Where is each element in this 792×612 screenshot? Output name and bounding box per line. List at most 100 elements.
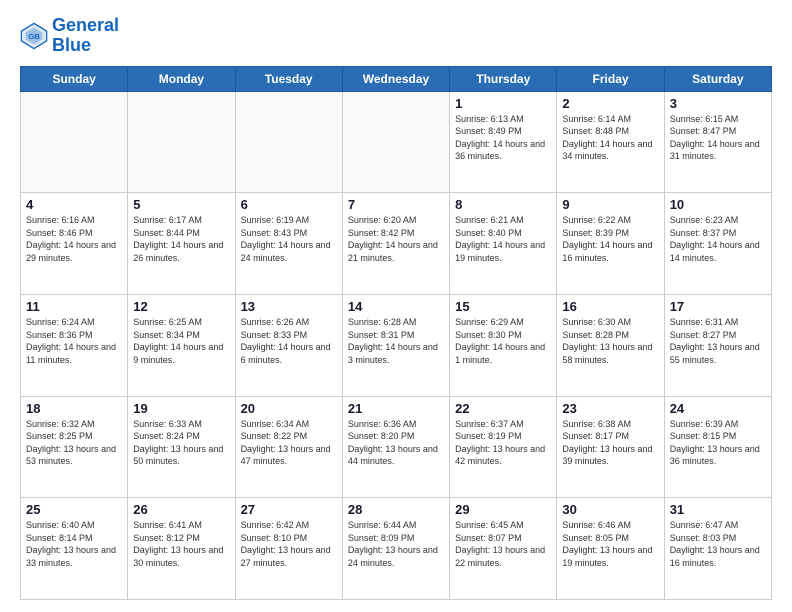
calendar-cell: 24 Sunrise: 6:39 AM Sunset: 8:15 PM Dayl…: [664, 396, 771, 498]
day-number: 10: [670, 197, 766, 212]
day-info: Sunrise: 6:41 AM Sunset: 8:12 PM Dayligh…: [133, 519, 229, 569]
day-number: 30: [562, 502, 658, 517]
day-number: 18: [26, 401, 122, 416]
calendar-cell: 1 Sunrise: 6:13 AM Sunset: 8:49 PM Dayli…: [450, 91, 557, 193]
day-number: 13: [241, 299, 337, 314]
day-info: Sunrise: 6:45 AM Sunset: 8:07 PM Dayligh…: [455, 519, 551, 569]
calendar-cell: 7 Sunrise: 6:20 AM Sunset: 8:42 PM Dayli…: [342, 193, 449, 295]
day-info: Sunrise: 6:25 AM Sunset: 8:34 PM Dayligh…: [133, 316, 229, 366]
day-header-saturday: Saturday: [664, 66, 771, 91]
day-info: Sunrise: 6:13 AM Sunset: 8:49 PM Dayligh…: [455, 113, 551, 163]
day-number: 25: [26, 502, 122, 517]
calendar-table: SundayMondayTuesdayWednesdayThursdayFrid…: [20, 66, 772, 600]
calendar-cell: 9 Sunrise: 6:22 AM Sunset: 8:39 PM Dayli…: [557, 193, 664, 295]
calendar-week-2: 4 Sunrise: 6:16 AM Sunset: 8:46 PM Dayli…: [21, 193, 772, 295]
day-number: 29: [455, 502, 551, 517]
day-info: Sunrise: 6:20 AM Sunset: 8:42 PM Dayligh…: [348, 214, 444, 264]
day-info: Sunrise: 6:16 AM Sunset: 8:46 PM Dayligh…: [26, 214, 122, 264]
day-number: 6: [241, 197, 337, 212]
calendar-cell: [128, 91, 235, 193]
day-number: 11: [26, 299, 122, 314]
day-number: 9: [562, 197, 658, 212]
day-header-thursday: Thursday: [450, 66, 557, 91]
calendar-week-1: 1 Sunrise: 6:13 AM Sunset: 8:49 PM Dayli…: [21, 91, 772, 193]
day-header-sunday: Sunday: [21, 66, 128, 91]
calendar-week-5: 25 Sunrise: 6:40 AM Sunset: 8:14 PM Dayl…: [21, 498, 772, 600]
day-info: Sunrise: 6:47 AM Sunset: 8:03 PM Dayligh…: [670, 519, 766, 569]
day-info: Sunrise: 6:31 AM Sunset: 8:27 PM Dayligh…: [670, 316, 766, 366]
day-number: 7: [348, 197, 444, 212]
calendar-cell: 25 Sunrise: 6:40 AM Sunset: 8:14 PM Dayl…: [21, 498, 128, 600]
calendar-cell: 23 Sunrise: 6:38 AM Sunset: 8:17 PM Dayl…: [557, 396, 664, 498]
calendar-cell: [235, 91, 342, 193]
calendar-cell: 13 Sunrise: 6:26 AM Sunset: 8:33 PM Dayl…: [235, 294, 342, 396]
calendar-cell: 14 Sunrise: 6:28 AM Sunset: 8:31 PM Dayl…: [342, 294, 449, 396]
calendar-week-4: 18 Sunrise: 6:32 AM Sunset: 8:25 PM Dayl…: [21, 396, 772, 498]
day-number: 20: [241, 401, 337, 416]
day-info: Sunrise: 6:22 AM Sunset: 8:39 PM Dayligh…: [562, 214, 658, 264]
day-number: 23: [562, 401, 658, 416]
calendar-cell: 21 Sunrise: 6:36 AM Sunset: 8:20 PM Dayl…: [342, 396, 449, 498]
day-number: 16: [562, 299, 658, 314]
logo: GB GeneralBlue: [20, 16, 119, 56]
day-header-friday: Friday: [557, 66, 664, 91]
logo-name: GeneralBlue: [52, 16, 119, 56]
day-info: Sunrise: 6:38 AM Sunset: 8:17 PM Dayligh…: [562, 418, 658, 468]
logo-icon: GB: [20, 22, 48, 50]
day-info: Sunrise: 6:36 AM Sunset: 8:20 PM Dayligh…: [348, 418, 444, 468]
day-number: 14: [348, 299, 444, 314]
header: GB GeneralBlue: [20, 16, 772, 56]
calendar-cell: 12 Sunrise: 6:25 AM Sunset: 8:34 PM Dayl…: [128, 294, 235, 396]
calendar-cell: 26 Sunrise: 6:41 AM Sunset: 8:12 PM Dayl…: [128, 498, 235, 600]
day-header-tuesday: Tuesday: [235, 66, 342, 91]
calendar-cell: 16 Sunrise: 6:30 AM Sunset: 8:28 PM Dayl…: [557, 294, 664, 396]
calendar-cell: 28 Sunrise: 6:44 AM Sunset: 8:09 PM Dayl…: [342, 498, 449, 600]
calendar-cell: 15 Sunrise: 6:29 AM Sunset: 8:30 PM Dayl…: [450, 294, 557, 396]
calendar-cell: 30 Sunrise: 6:46 AM Sunset: 8:05 PM Dayl…: [557, 498, 664, 600]
calendar-cell: [21, 91, 128, 193]
calendar-cell: 19 Sunrise: 6:33 AM Sunset: 8:24 PM Dayl…: [128, 396, 235, 498]
day-info: Sunrise: 6:37 AM Sunset: 8:19 PM Dayligh…: [455, 418, 551, 468]
day-info: Sunrise: 6:17 AM Sunset: 8:44 PM Dayligh…: [133, 214, 229, 264]
svg-text:GB: GB: [28, 32, 40, 41]
day-info: Sunrise: 6:44 AM Sunset: 8:09 PM Dayligh…: [348, 519, 444, 569]
calendar-week-3: 11 Sunrise: 6:24 AM Sunset: 8:36 PM Dayl…: [21, 294, 772, 396]
day-number: 21: [348, 401, 444, 416]
day-info: Sunrise: 6:23 AM Sunset: 8:37 PM Dayligh…: [670, 214, 766, 264]
calendar-cell: 8 Sunrise: 6:21 AM Sunset: 8:40 PM Dayli…: [450, 193, 557, 295]
calendar-cell: 3 Sunrise: 6:15 AM Sunset: 8:47 PM Dayli…: [664, 91, 771, 193]
day-info: Sunrise: 6:15 AM Sunset: 8:47 PM Dayligh…: [670, 113, 766, 163]
day-info: Sunrise: 6:33 AM Sunset: 8:24 PM Dayligh…: [133, 418, 229, 468]
page: GB GeneralBlue SundayMondayTuesdayWednes…: [0, 0, 792, 612]
calendar-cell: 5 Sunrise: 6:17 AM Sunset: 8:44 PM Dayli…: [128, 193, 235, 295]
day-number: 3: [670, 96, 766, 111]
calendar-header-row: SundayMondayTuesdayWednesdayThursdayFrid…: [21, 66, 772, 91]
calendar-cell: [342, 91, 449, 193]
day-number: 31: [670, 502, 766, 517]
day-info: Sunrise: 6:14 AM Sunset: 8:48 PM Dayligh…: [562, 113, 658, 163]
day-number: 22: [455, 401, 551, 416]
day-number: 1: [455, 96, 551, 111]
day-number: 4: [26, 197, 122, 212]
day-info: Sunrise: 6:24 AM Sunset: 8:36 PM Dayligh…: [26, 316, 122, 366]
day-number: 5: [133, 197, 229, 212]
calendar-cell: 29 Sunrise: 6:45 AM Sunset: 8:07 PM Dayl…: [450, 498, 557, 600]
day-info: Sunrise: 6:29 AM Sunset: 8:30 PM Dayligh…: [455, 316, 551, 366]
calendar-cell: 17 Sunrise: 6:31 AM Sunset: 8:27 PM Dayl…: [664, 294, 771, 396]
day-info: Sunrise: 6:46 AM Sunset: 8:05 PM Dayligh…: [562, 519, 658, 569]
day-number: 2: [562, 96, 658, 111]
day-number: 24: [670, 401, 766, 416]
day-info: Sunrise: 6:32 AM Sunset: 8:25 PM Dayligh…: [26, 418, 122, 468]
day-number: 27: [241, 502, 337, 517]
day-header-wednesday: Wednesday: [342, 66, 449, 91]
calendar-cell: 11 Sunrise: 6:24 AM Sunset: 8:36 PM Dayl…: [21, 294, 128, 396]
day-info: Sunrise: 6:34 AM Sunset: 8:22 PM Dayligh…: [241, 418, 337, 468]
calendar-cell: 31 Sunrise: 6:47 AM Sunset: 8:03 PM Dayl…: [664, 498, 771, 600]
calendar-cell: 4 Sunrise: 6:16 AM Sunset: 8:46 PM Dayli…: [21, 193, 128, 295]
day-number: 15: [455, 299, 551, 314]
calendar-cell: 2 Sunrise: 6:14 AM Sunset: 8:48 PM Dayli…: [557, 91, 664, 193]
day-info: Sunrise: 6:30 AM Sunset: 8:28 PM Dayligh…: [562, 316, 658, 366]
calendar-cell: 10 Sunrise: 6:23 AM Sunset: 8:37 PM Dayl…: [664, 193, 771, 295]
calendar-cell: 18 Sunrise: 6:32 AM Sunset: 8:25 PM Dayl…: [21, 396, 128, 498]
day-info: Sunrise: 6:28 AM Sunset: 8:31 PM Dayligh…: [348, 316, 444, 366]
